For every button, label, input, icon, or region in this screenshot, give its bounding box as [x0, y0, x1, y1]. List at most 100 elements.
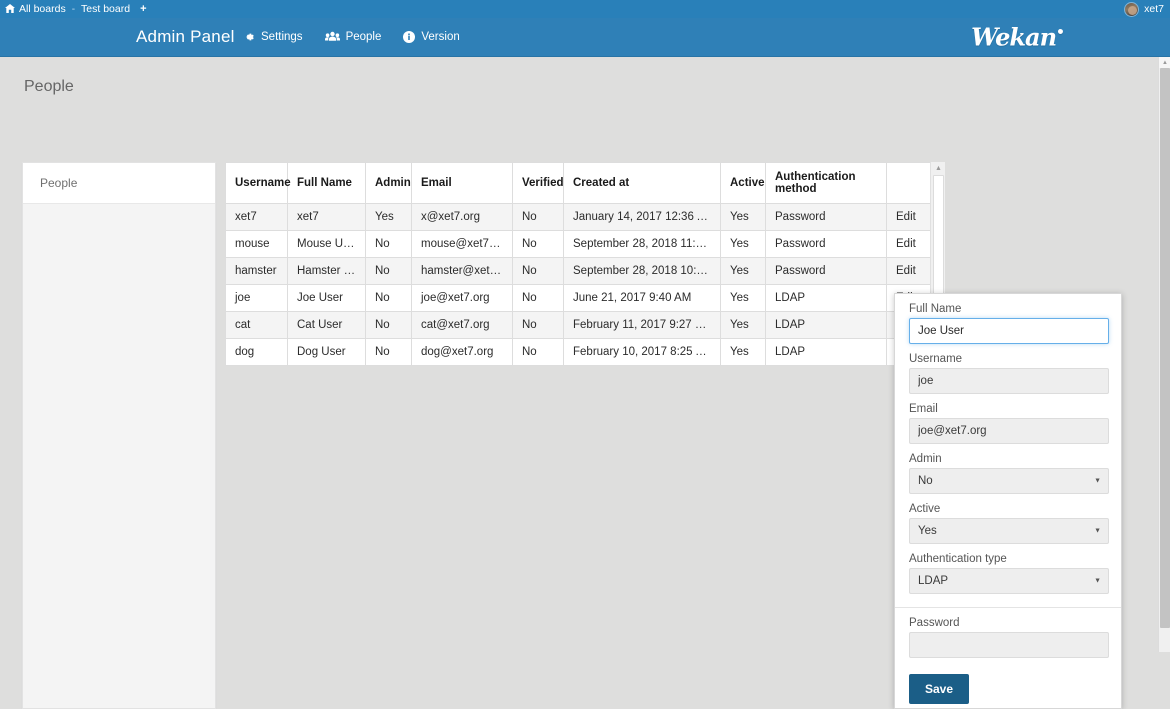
cell-username: dog: [226, 339, 288, 366]
col-username: Username: [226, 163, 288, 204]
email-label: Email: [909, 403, 1107, 415]
avatar[interactable]: [1124, 2, 1139, 17]
nav-version[interactable]: Version: [403, 31, 459, 43]
cell-verified: No: [513, 339, 564, 366]
nav-people[interactable]: People: [325, 31, 382, 43]
cell-created: June 21, 2017 9:40 AM: [564, 285, 721, 312]
cell-fullname: Cat User: [288, 312, 366, 339]
cell-admin: No: [366, 285, 412, 312]
cell-admin: No: [366, 231, 412, 258]
active-select[interactable]: Yes ▼: [909, 518, 1109, 544]
cell-fullname: Dog User: [288, 339, 366, 366]
edit-cell[interactable]: Edit: [887, 231, 931, 258]
email-input[interactable]: [909, 418, 1109, 444]
cell-auth: Password: [766, 258, 887, 285]
breadcrumb-board[interactable]: Test board: [76, 0, 135, 18]
cell-created: February 11, 2017 9:27 PM: [564, 312, 721, 339]
table-row: joeJoe UserNojoe@xet7.orgNoJune 21, 2017…: [226, 285, 931, 312]
cell-active: Yes: [721, 231, 766, 258]
wekan-logo[interactable]: Wekan•: [971, 23, 1064, 52]
col-actions: [887, 163, 931, 204]
sidebar-item-people[interactable]: People: [23, 163, 215, 204]
cell-admin: No: [366, 258, 412, 285]
page-scrollbar-thumb[interactable]: [1160, 68, 1170, 628]
cell-verified: No: [513, 312, 564, 339]
cell-email: hamster@xet7.org: [412, 258, 513, 285]
cell-active: Yes: [721, 339, 766, 366]
admin-nav: Settings People Version: [243, 31, 460, 43]
cell-active: Yes: [721, 285, 766, 312]
table-header-row: Username Full Name Admin Email Verified …: [226, 163, 931, 204]
cell-username: mouse: [226, 231, 288, 258]
table-row: mouseMouse UserNomouse@xet7.orgNoSeptemb…: [226, 231, 931, 258]
cell-auth: Password: [766, 204, 887, 231]
add-board-button[interactable]: +: [135, 0, 151, 18]
people-table-container: Username Full Name Admin Email Verified …: [225, 162, 930, 366]
admin-select-value: No: [918, 475, 933, 487]
username-label: Username: [909, 353, 1107, 365]
col-verified: Verified: [513, 163, 564, 204]
nav-settings[interactable]: Settings: [243, 31, 303, 43]
popup-divider: [895, 607, 1122, 608]
cell-fullname: xet7: [288, 204, 366, 231]
field-username: Username: [895, 353, 1121, 394]
table-head: Username Full Name Admin Email Verified …: [226, 163, 931, 204]
page-scrollbar[interactable]: ▲: [1158, 57, 1170, 652]
edit-cell[interactable]: Edit: [887, 258, 931, 285]
fullname-label: Full Name: [909, 303, 1107, 315]
cell-created: February 10, 2017 8:25 AM: [564, 339, 721, 366]
username-input[interactable]: [909, 368, 1109, 394]
col-active: Active: [721, 163, 766, 204]
page-title-admin-panel: Admin Panel: [136, 27, 235, 47]
fullname-input[interactable]: [909, 318, 1109, 344]
breadcrumb-board-label: Test board: [81, 3, 130, 15]
wekan-logo-text: Wekan: [971, 23, 1056, 52]
cell-username: cat: [226, 312, 288, 339]
save-button[interactable]: Save: [909, 674, 969, 704]
table-row: dogDog UserNodog@xet7.orgNoFebruary 10, …: [226, 339, 931, 366]
cell-email: joe@xet7.org: [412, 285, 513, 312]
cell-verified: No: [513, 258, 564, 285]
cell-active: Yes: [721, 204, 766, 231]
admin-label: Admin: [909, 453, 1107, 465]
edit-user-link[interactable]: Edit: [896, 265, 916, 277]
authtype-select[interactable]: LDAP ▼: [909, 568, 1109, 594]
cell-active: Yes: [721, 312, 766, 339]
page-heading: People: [24, 78, 74, 96]
table-row: catCat UserNocat@xet7.orgNoFebruary 11, …: [226, 312, 931, 339]
sidebar-item-label: People: [40, 176, 77, 190]
info-circle-icon: [403, 31, 415, 43]
edit-user-link[interactable]: Edit: [896, 238, 916, 250]
chevron-down-icon: ▼: [1094, 478, 1101, 485]
cell-created: January 14, 2017 12:36 AM: [564, 204, 721, 231]
admin-select[interactable]: No ▼: [909, 468, 1109, 494]
nav-version-label: Version: [421, 31, 459, 43]
cell-email: dog@xet7.org: [412, 339, 513, 366]
breadcrumb-all-boards[interactable]: All boards: [0, 0, 71, 18]
chevron-down-icon: ▼: [1094, 578, 1101, 585]
field-email: Email: [895, 403, 1121, 444]
col-admin: Admin: [366, 163, 412, 204]
cell-email: mouse@xet7.org: [412, 231, 513, 258]
password-input[interactable]: [909, 632, 1109, 658]
edit-cell[interactable]: Edit: [887, 204, 931, 231]
cell-created: September 28, 2018 11:12 PM: [564, 231, 721, 258]
cell-username: hamster: [226, 258, 288, 285]
cell-verified: No: [513, 204, 564, 231]
cell-verified: No: [513, 231, 564, 258]
col-email: Email: [412, 163, 513, 204]
page-scroll-up-arrow-icon[interactable]: ▲: [1159, 57, 1170, 68]
col-auth: Authentication method: [766, 163, 887, 204]
col-created: Created at: [564, 163, 721, 204]
cell-created: September 28, 2018 10:54 PM: [564, 258, 721, 285]
cell-auth: LDAP: [766, 339, 887, 366]
field-fullname: Full Name: [895, 303, 1121, 344]
nav-people-label: People: [346, 31, 382, 43]
cell-auth: Password: [766, 231, 887, 258]
edit-user-link[interactable]: Edit: [896, 211, 916, 223]
wekan-logo-dot: •: [1056, 25, 1064, 41]
scroll-up-arrow-icon[interactable]: ▲: [931, 162, 946, 175]
user-menu[interactable]: xet7: [1124, 0, 1164, 18]
field-admin: Admin No ▼: [895, 453, 1121, 494]
cell-email: x@xet7.org: [412, 204, 513, 231]
